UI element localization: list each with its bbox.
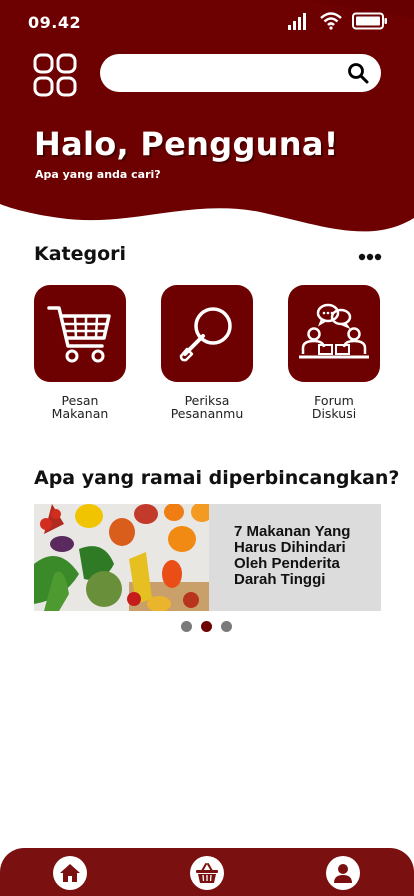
wifi-icon [320, 12, 342, 30]
vegetables-image [34, 504, 209, 611]
magnifier-icon [179, 306, 232, 361]
category-label: Forum Diskusi [311, 393, 357, 421]
category-tile[interactable] [288, 285, 380, 382]
categories-title: Kategori [34, 243, 127, 265]
status-time: 09.42 [28, 13, 82, 32]
carousel-indicator [181, 621, 232, 632]
category-tile[interactable] [161, 285, 253, 382]
menu-grid-icon[interactable] [33, 53, 77, 97]
trending-title: Apa yang ramai diperbincangkan? [34, 467, 400, 489]
bottom-nav [0, 848, 414, 896]
carousel-dot[interactable] [221, 621, 232, 632]
header-background [0, 0, 414, 232]
nav-basket[interactable] [190, 856, 224, 890]
category-periksa-pesananmu[interactable]: Periksa Pesananmu [160, 285, 254, 420]
nav-profile[interactable] [326, 856, 360, 890]
category-forum-diskusi[interactable]: Forum Diskusi [287, 285, 381, 420]
category-tile[interactable] [34, 285, 126, 382]
more-options-icon[interactable] [358, 248, 382, 266]
greeting-subtitle: Apa yang anda cari? [35, 168, 161, 181]
category-label: Periksa Pesananmu [170, 393, 244, 421]
category-label: Pesan Makanan [51, 393, 109, 421]
shopping-cart-icon [47, 305, 111, 362]
greeting-title: Halo, Pengguna! [34, 125, 339, 163]
status-icons [288, 12, 388, 30]
search-icon[interactable] [347, 62, 369, 84]
carousel-dot-active[interactable] [201, 621, 212, 632]
search-input[interactable] [100, 54, 381, 92]
basket-icon [196, 863, 218, 883]
carousel-dot[interactable] [181, 621, 192, 632]
category-pesan-makanan[interactable]: Pesan Makanan [33, 285, 127, 420]
nav-home[interactable] [53, 856, 87, 890]
discussion-icon [299, 303, 369, 358]
article-title: 7 Makanan Yang Harus Dihindari Oleh Pend… [234, 523, 351, 588]
signal-icon [288, 13, 306, 30]
home-icon [60, 864, 80, 882]
article-banner[interactable]: 7 Makanan Yang Harus Dihindari Oleh Pend… [34, 504, 381, 611]
profile-icon [334, 864, 352, 883]
battery-icon [352, 12, 387, 30]
